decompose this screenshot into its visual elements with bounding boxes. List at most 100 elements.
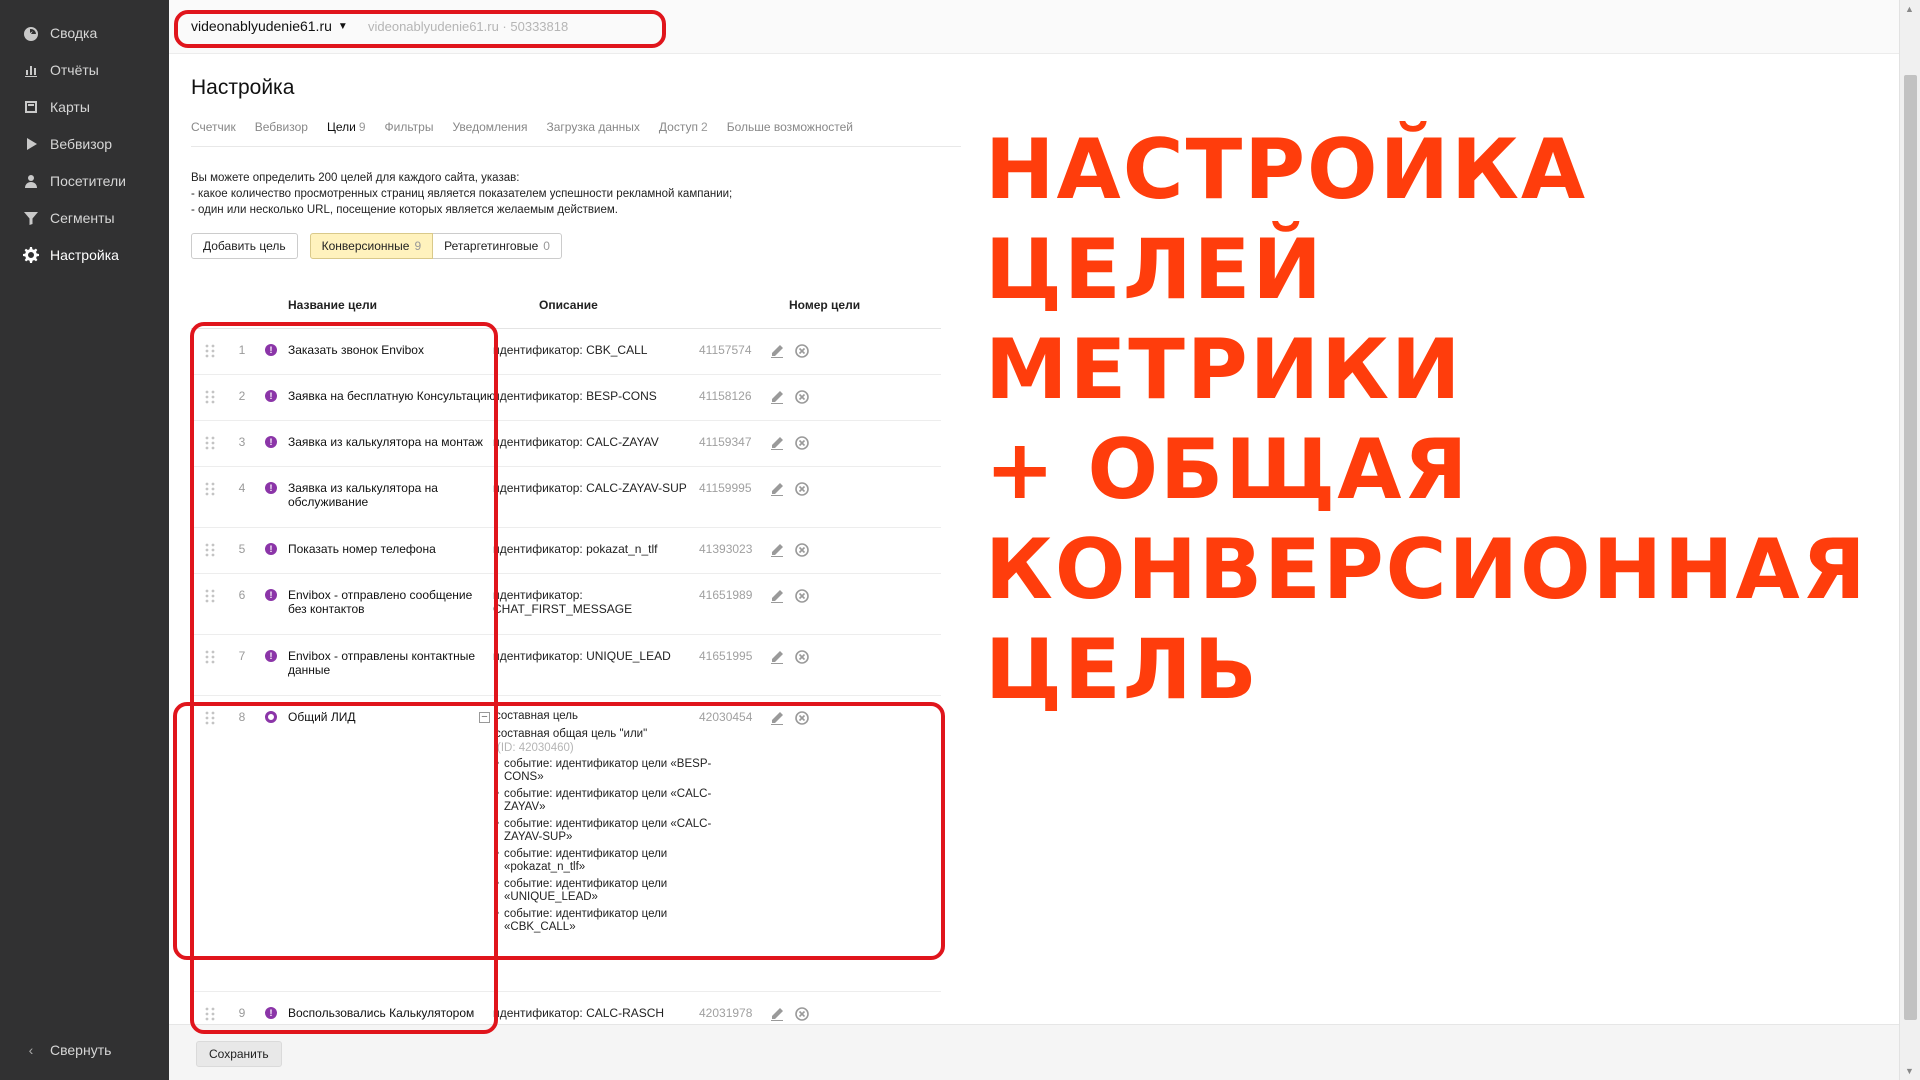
- page-scrollbar[interactable]: ▲ ▼: [1899, 0, 1920, 1080]
- goal-id: 41159995: [699, 481, 752, 495]
- annotation-line: ЦЕЛЕЙ: [985, 221, 1324, 318]
- goal-description: идентификатор: CALC-RASCH: [493, 1006, 665, 1020]
- goal-description: идентификатор: UNIQUE_LEAD: [493, 649, 671, 663]
- tab-more[interactable]: Больше возможностей: [727, 120, 853, 134]
- sidebar-item-label: Посетители: [50, 172, 126, 189]
- goal-id: 41159347: [699, 435, 752, 449]
- delete-icon[interactable]: [795, 390, 809, 404]
- goal-description: идентификатор: BESP-CONS: [493, 389, 657, 403]
- edit-pencil-icon[interactable]: [770, 1007, 784, 1021]
- delete-icon[interactable]: [795, 482, 809, 496]
- tab-count: 9: [358, 120, 366, 134]
- tab-label: Вебвизор: [254, 120, 308, 134]
- filter-icon: [22, 209, 40, 227]
- edit-pencil-icon[interactable]: [770, 390, 784, 404]
- scroll-up-icon[interactable]: ▲: [1905, 4, 1914, 14]
- goal-description: идентификатор: CHAT_FIRST_MESSAGE: [493, 588, 633, 616]
- intro-line: - один или несколько URL, посещение кото…: [191, 204, 618, 216]
- intro-line: - какое количество просмотренных страниц…: [191, 188, 733, 200]
- goal-id: 41158126: [699, 389, 752, 403]
- sidebar-item-segments[interactable]: Сегменты: [0, 199, 169, 236]
- sidebar-item-label: Настройка: [50, 246, 119, 263]
- goals-intro: Вы можете определить 200 целей для каждо…: [191, 170, 732, 218]
- sidebar-item-summary[interactable]: Сводка: [0, 14, 169, 51]
- column-header-description: Описание: [539, 298, 598, 312]
- conversion-goals-toggle[interactable]: Конверсионные 9: [309, 233, 434, 259]
- person-icon: [22, 172, 40, 190]
- annotation-line: + ОБЩАЯ: [985, 421, 1470, 518]
- sidebar-item-label: Сводка: [50, 24, 98, 41]
- annotation-heading: НАСТРОЙКА ЦЕЛЕЙ МЕТРИКИ + ОБЩАЯ КОНВЕРСИ…: [985, 120, 1868, 720]
- chevron-left-icon: ‹: [28, 1041, 34, 1058]
- sidebar: Сводка Отчёты Карты Вебвизор Посетители …: [0, 0, 169, 1080]
- delete-icon[interactable]: [795, 344, 809, 358]
- tab-counter[interactable]: Счетчик: [191, 120, 236, 134]
- tab-data-upload[interactable]: Загрузка данных: [547, 120, 640, 134]
- sidebar-item-label: Сегменты: [50, 209, 115, 226]
- tab-label: Цели: [326, 120, 356, 134]
- scroll-thumb[interactable]: [1904, 75, 1917, 1020]
- sidebar-item-visitors[interactable]: Посетители: [0, 162, 169, 199]
- delete-icon[interactable]: [795, 650, 809, 664]
- delete-icon[interactable]: [795, 589, 809, 603]
- tab-label: Больше возможностей: [726, 120, 853, 134]
- map-icon: [22, 98, 40, 116]
- annotation-box-composite-goal: [173, 702, 945, 960]
- annotation-box-site: [174, 10, 666, 48]
- page-title: Настройка: [191, 76, 295, 99]
- goal-id: 41651989: [699, 588, 753, 602]
- goal-description: идентификатор: CALC-ZAYAV-SUP: [493, 481, 687, 495]
- tabs-divider: [191, 146, 961, 147]
- edit-pencil-icon[interactable]: [770, 650, 784, 664]
- tab-label: Счетчик: [191, 120, 236, 134]
- edit-pencil-icon[interactable]: [770, 589, 784, 603]
- edit-pencil-icon[interactable]: [770, 482, 784, 496]
- intro-line: Вы можете определить 200 целей для каждо…: [191, 172, 520, 184]
- sidebar-item-maps[interactable]: Карты: [0, 88, 169, 125]
- tab-label: Уведомления: [452, 120, 528, 134]
- toggle-count: 9: [414, 239, 422, 253]
- tab-filters[interactable]: Фильтры: [385, 120, 434, 134]
- annotation-line: КОНВЕРСИОННАЯ: [985, 521, 1868, 618]
- bar-chart-icon: [22, 61, 40, 79]
- settings-tabs: Счетчик Вебвизор Цели 9 Фильтры Уведомлен…: [191, 120, 872, 134]
- goal-type-switch: Конверсионные 9 Ретаргетинговые 0: [309, 233, 562, 259]
- sidebar-item-settings[interactable]: Настройка: [0, 236, 169, 273]
- sidebar-item-reports[interactable]: Отчёты: [0, 51, 169, 88]
- annotation-line: НАСТРОЙКА: [985, 121, 1588, 218]
- retargeting-goals-toggle[interactable]: Ретаргетинговые 0: [433, 233, 562, 259]
- collapse-sidebar-button[interactable]: ‹ Свернуть: [0, 1031, 169, 1068]
- delete-icon[interactable]: [795, 1007, 809, 1021]
- toggle-label: Конверсионные: [321, 239, 410, 253]
- edit-pencil-icon[interactable]: [770, 543, 784, 557]
- goal-description: идентификатор: pokazat_n_tlf: [493, 542, 658, 556]
- scroll-down-icon[interactable]: ▼: [1905, 1066, 1914, 1076]
- edit-pencil-icon[interactable]: [770, 436, 784, 450]
- tab-access[interactable]: Доступ 2: [659, 120, 708, 134]
- delete-icon[interactable]: [795, 436, 809, 450]
- edit-pencil-icon[interactable]: [770, 344, 784, 358]
- sidebar-item-webvisor[interactable]: Вебвизор: [0, 125, 169, 162]
- save-button[interactable]: Сохранить: [196, 1041, 282, 1067]
- tab-label: Фильтры: [384, 120, 434, 134]
- delete-icon[interactable]: [795, 543, 809, 557]
- add-goal-button[interactable]: Добавить цель: [191, 233, 298, 259]
- tab-goals[interactable]: Цели 9: [327, 120, 366, 134]
- toggle-count: 0: [543, 239, 550, 253]
- collapse-label: Свернуть: [50, 1041, 112, 1058]
- annotation-line: МЕТРИКИ: [985, 321, 1463, 418]
- tab-notifications[interactable]: Уведомления: [452, 120, 527, 134]
- sidebar-item-label: Карты: [50, 98, 90, 115]
- sidebar-item-label: Вебвизор: [50, 135, 113, 152]
- column-header-name: Название цели: [288, 298, 378, 312]
- goal-id: 41157574: [699, 343, 752, 357]
- goal-id: 42031978: [699, 1006, 753, 1020]
- sidebar-item-label: Отчёты: [50, 61, 99, 78]
- goal-description: идентификатор: CBK_CALL: [493, 343, 648, 357]
- tab-webvisor[interactable]: Вебвизор: [255, 120, 308, 134]
- tab-count: 2: [701, 120, 708, 134]
- goal-description: идентификатор: CALC-ZAYAV: [493, 435, 659, 449]
- goal-id: 41651995: [699, 649, 753, 663]
- dashboard-icon: [22, 24, 40, 42]
- tab-label: Доступ: [658, 120, 698, 134]
